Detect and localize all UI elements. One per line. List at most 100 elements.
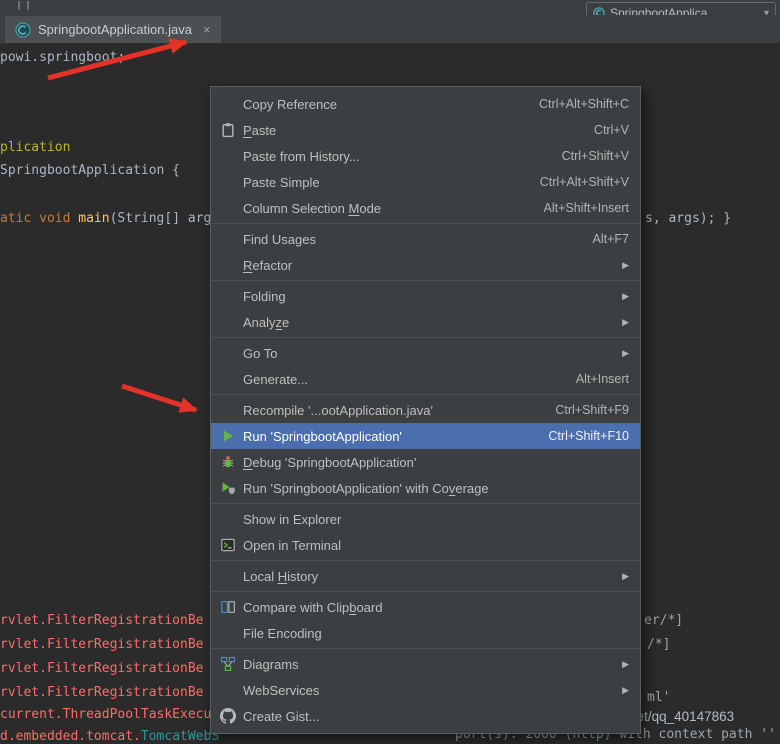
menu-item-diagrams[interactable]: Diagrams ▶: [211, 651, 640, 677]
menu-item-create-gist[interactable]: Create Gist...: [211, 703, 640, 729]
menu-item-label: Open in Terminal: [243, 538, 341, 553]
icon-placeholder: [219, 625, 237, 641]
menu-item-go-to[interactable]: Go To ▶: [211, 340, 640, 366]
code-keyword: atic void: [0, 211, 78, 226]
menu-item-shortcut: Ctrl+Alt+Shift+V: [540, 175, 629, 189]
menu-item-label: Go To: [243, 346, 277, 361]
menu-item-label: Show in Explorer: [243, 512, 341, 527]
menu-item-label: File Encoding: [243, 626, 322, 641]
menu-item-label: Local History: [243, 569, 318, 584]
icon-placeholder: [219, 402, 237, 418]
menu-separator: [212, 337, 639, 338]
menu-item-label: Paste from History...: [243, 149, 360, 164]
code-fragment-annotation: plication: [0, 140, 70, 155]
menu-separator: [212, 503, 639, 504]
debug-icon: [219, 454, 237, 470]
context-menu: Copy Reference Ctrl+Alt+Shift+C Paste Ctrl+…: [210, 86, 641, 734]
menu-item-debug-springbootapplication[interactable]: Debug 'SpringbootApplication': [211, 449, 640, 475]
menu-separator: [212, 280, 639, 281]
icon-placeholder: [219, 371, 237, 387]
icon-placeholder: [219, 231, 237, 247]
console-output-line: rvlet.FilterRegistrationBe: [0, 685, 204, 700]
submenu-arrow-icon: ▶: [622, 317, 629, 328]
icon-placeholder: [219, 174, 237, 190]
menu-item-label: Compare with Clipboard: [243, 600, 382, 615]
icon-placeholder: [219, 345, 237, 361]
menu-separator: [212, 560, 639, 561]
menu-item-compare-with-clipboard[interactable]: Compare with Clipboard: [211, 594, 640, 620]
editor-tab[interactable]: SpringbootApplication.java ×: [5, 16, 221, 43]
menu-item-label: Copy Reference: [243, 97, 337, 112]
menu-item-label: Create Gist...: [243, 709, 320, 724]
menu-item-find-usages[interactable]: Find UsagesAlt+F7: [211, 226, 640, 252]
menu-item-shortcut: Ctrl+Shift+F9: [555, 403, 629, 417]
compare-icon: [219, 599, 237, 615]
menu-item-open-in-terminal[interactable]: Open in Terminal: [211, 532, 640, 558]
menu-item-label: Paste: [243, 123, 276, 138]
menu-item-show-in-explorer[interactable]: Show in Explorer: [211, 506, 640, 532]
terminal-icon: [219, 537, 237, 553]
menu-item-label: Debug 'SpringbootApplication': [243, 455, 416, 470]
toolbar-fragment: [27, 1, 29, 10]
menu-item-label: Analyze: [243, 315, 289, 330]
submenu-arrow-icon: ▶: [622, 260, 629, 271]
menu-item-local-history[interactable]: Local History ▶: [211, 563, 640, 589]
menu-item-refactor[interactable]: Refactor▶: [211, 252, 640, 278]
menu-item-paste-simple[interactable]: Paste Simple Ctrl+Alt+Shift+V: [211, 169, 640, 195]
tab-close-icon[interactable]: ×: [203, 22, 211, 37]
menu-item-recompile-ootapplication-java[interactable]: Recompile '...ootApplication.java' Ctrl+S…: [211, 397, 640, 423]
menu-separator: [212, 648, 639, 649]
code-method-name: main: [78, 211, 109, 226]
menu-item-analyze[interactable]: Analyze ▶: [211, 309, 640, 335]
code-args: (String[] arg: [110, 211, 212, 226]
tab-title: SpringbootApplication.java: [38, 22, 192, 37]
menu-item-label: Recompile '...ootApplication.java': [243, 403, 433, 418]
menu-item-label: Run 'SpringbootApplication' with Coverag…: [243, 481, 489, 496]
menu-item-generate[interactable]: Generate...Alt+Insert: [211, 366, 640, 392]
main-toolbar: SpringbootApplica... ▾: [0, 0, 780, 16]
menu-item-webservices[interactable]: WebServices▶: [211, 677, 640, 703]
run-configuration-selector[interactable]: SpringbootApplica... ▾: [586, 2, 776, 16]
code-fragment-main-right: s, args); }: [645, 211, 731, 226]
ide-window: { "colors": { "selection_blue": "#4b6eaf…: [0, 0, 780, 740]
icon-placeholder: [219, 568, 237, 584]
icon-placeholder: [219, 682, 237, 698]
console-class-text: TomcatWebS: [141, 729, 219, 744]
menu-item-paste[interactable]: Paste Ctrl+V: [211, 117, 640, 143]
menu-item-copy-reference[interactable]: Copy Reference Ctrl+Alt+Shift+C: [211, 91, 640, 117]
editor-tab-bar: SpringbootApplication.java ×: [0, 15, 780, 44]
diagrams-icon: [219, 656, 237, 672]
menu-item-shortcut: Ctrl+V: [594, 123, 629, 137]
menu-item-run-springbootapplication[interactable]: Run 'SpringbootApplication'Ctrl+Shift+F1…: [211, 423, 640, 449]
menu-separator: [212, 394, 639, 395]
menu-item-file-encoding[interactable]: File Encoding: [211, 620, 640, 646]
console-output-line: rvlet.FilterRegistrationBe: [0, 661, 204, 676]
menu-item-label: Paste Simple: [243, 175, 320, 190]
menu-item-label: Diagrams: [243, 657, 299, 672]
toolbar-fragment: [18, 1, 20, 10]
console-output-line: ml': [647, 690, 670, 705]
menu-item-paste-from-history[interactable]: Paste from History... Ctrl+Shift+V: [211, 143, 640, 169]
menu-item-run-springbootapplication-with-coverage[interactable]: Run 'SpringbootApplication' with Coverag…: [211, 475, 640, 501]
console-output-line: d.embedded.tomcat.TomcatWebS: [0, 729, 219, 744]
menu-item-label: Generate...: [243, 372, 308, 387]
menu-item-shortcut: Ctrl+Shift+V: [562, 149, 629, 163]
github-icon: [219, 708, 237, 724]
submenu-arrow-icon: ▶: [622, 348, 629, 359]
menu-item-shortcut: Ctrl+Alt+Shift+C: [539, 97, 629, 111]
console-output-line: er/*]: [644, 613, 683, 628]
menu-item-shortcut: Alt+F7: [593, 232, 629, 246]
coverage-icon: [219, 480, 237, 496]
java-class-icon: [15, 22, 31, 38]
console-output-line: current.ThreadPoolTaskExecu: [0, 707, 211, 722]
menu-item-label: WebServices: [243, 683, 319, 698]
submenu-arrow-icon: ▶: [622, 571, 629, 582]
paste-icon: [219, 122, 237, 138]
submenu-arrow-icon: ▶: [622, 659, 629, 670]
code-fragment-class: SpringbootApplication {: [0, 163, 180, 178]
menu-item-column-selection-mode[interactable]: Column Selection ModeAlt+Shift+Insert: [211, 195, 640, 221]
console-output-line: /*]: [647, 637, 670, 652]
icon-placeholder: [219, 148, 237, 164]
icon-placeholder: [219, 288, 237, 304]
menu-item-folding[interactable]: Folding▶: [211, 283, 640, 309]
